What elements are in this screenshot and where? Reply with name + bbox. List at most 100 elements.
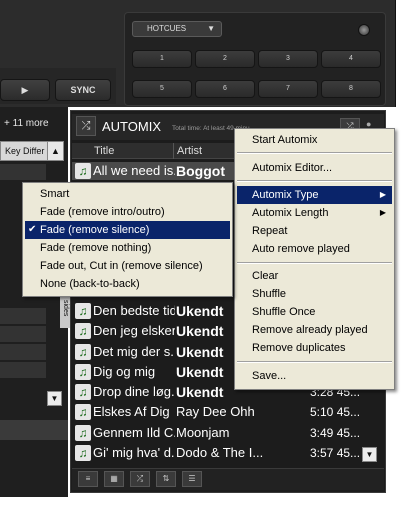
submenu-item-fade-remove-nothing[interactable]: Fade (remove nothing): [25, 239, 230, 257]
menu-item-label: None (back-to-back): [40, 278, 140, 290]
track-title: Det mig der s...: [93, 344, 175, 359]
menu-item-label: Save...: [252, 370, 287, 382]
shuffle-icon[interactable]: ⤮: [76, 116, 96, 136]
menu-item-label: Automix Type: [252, 189, 319, 201]
submenu-arrow-icon: ▶: [379, 190, 386, 199]
list-item[interactable]: [0, 326, 46, 342]
shuffle-icon[interactable]: ⤮: [130, 471, 150, 487]
hotcues-dropdown[interactable]: HOTCUES ▼: [132, 21, 222, 37]
submenu-item-fade-out-cut-in[interactable]: Fade out, Cut in (remove silence): [25, 257, 230, 275]
sync-button[interactable]: SYNC: [55, 79, 111, 101]
menu-item-label: Fade (remove intro/outro): [40, 206, 165, 218]
track-title: Elskes Af Dig: [93, 404, 170, 419]
key-diff-header[interactable]: Key Differ: [0, 141, 48, 161]
menu-item-label: Remove already played: [252, 324, 368, 336]
track-title: Gennem Ild C...: [93, 425, 175, 440]
track-duration: 5:10 45...: [310, 405, 361, 419]
sort-arrow-icon[interactable]: ▲: [47, 141, 64, 161]
automix-context-menu: Start Automix Automix Editor... Automix …: [234, 128, 395, 390]
track-artist: Ray Dee Ohh: [176, 404, 255, 419]
settings-icon[interactable]: ☰: [182, 471, 202, 487]
menu-item-automix-editor[interactable]: Automix Editor...: [237, 159, 392, 177]
add-icon[interactable]: ≡: [78, 471, 98, 487]
track-artist: Dodo & The I...: [176, 445, 264, 460]
menu-item-shuffle[interactable]: Shuffle: [237, 285, 392, 303]
table-row[interactable]: ♫ Gennem Ild C... Moonjam 3:49 45...: [72, 424, 364, 442]
menu-item-automix-type[interactable]: Automix Type ▶: [237, 186, 392, 204]
music-note-icon: ♫: [75, 344, 91, 360]
menu-separator: [237, 262, 392, 264]
menu-item-clear[interactable]: Clear: [237, 267, 392, 285]
track-title: All we need is...: [93, 163, 175, 178]
menu-item-repeat[interactable]: Repeat: [237, 222, 392, 240]
menu-item-label: Repeat: [252, 225, 288, 237]
list-item[interactable]: [0, 164, 46, 180]
menu-item-label: Shuffle: [252, 288, 287, 300]
track-duration: 3:57 45...: [310, 446, 361, 460]
list-item[interactable]: [0, 308, 46, 324]
play-button[interactable]: ▶: [0, 79, 50, 101]
scroll-down-icon[interactable]: ▼: [47, 391, 62, 406]
menu-item-label: Smart: [40, 188, 70, 200]
track-title: Drop dine løg...: [93, 384, 175, 399]
column-title[interactable]: Title: [94, 145, 114, 157]
menu-item-remove-already-played[interactable]: Remove already played: [237, 321, 392, 339]
sort-icon[interactable]: ⇅: [156, 471, 176, 487]
track-title: Gi' mig hva' d...: [93, 445, 175, 460]
hotcue-pad-7[interactable]: 7: [258, 80, 318, 98]
track-title: Den jeg elsker: [93, 323, 175, 338]
hotcue-pad-6[interactable]: 6: [195, 80, 255, 98]
hotcue-knob[interactable]: [358, 24, 370, 36]
menu-item-label: Automix Length: [252, 207, 329, 219]
menu-item-start-automix[interactable]: Start Automix: [237, 131, 392, 149]
menu-item-label: Shuffle Once: [252, 306, 316, 318]
track-title: Dig og mig: [93, 364, 156, 379]
scroll-down-icon[interactable]: ▼: [362, 447, 377, 462]
music-note-icon: ♫: [75, 163, 91, 179]
menu-separator: [237, 180, 392, 182]
menu-item-label: Fade (remove silence): [40, 224, 150, 236]
menu-item-label: Remove duplicates: [252, 342, 346, 354]
hotcue-pad-4[interactable]: 4: [321, 50, 381, 68]
hotcues-label: HOTCUES: [147, 24, 187, 33]
menu-separator: [237, 152, 392, 154]
column-artist[interactable]: Artist: [177, 145, 202, 157]
table-row[interactable]: ♫ Elskes Af Dig Ray Dee Ohh 5:10 45...: [72, 403, 364, 421]
music-note-icon: ♫: [75, 445, 91, 461]
grid-icon[interactable]: ▦: [104, 471, 124, 487]
hotcue-pad-5[interactable]: 5: [132, 80, 192, 98]
automix-title: AUTOMIX: [102, 119, 161, 134]
menu-item-remove-duplicates[interactable]: Remove duplicates: [237, 339, 392, 357]
music-note-icon: ♫: [75, 425, 91, 441]
menu-item-shuffle-once[interactable]: Shuffle Once: [237, 303, 392, 321]
list-item[interactable]: [0, 362, 46, 378]
menu-item-automix-length[interactable]: Automix Length ▶: [237, 204, 392, 222]
track-duration: 3:49 45...: [310, 426, 361, 440]
chevron-down-icon: ▼: [207, 24, 215, 33]
menu-item-label: Fade (remove nothing): [40, 242, 152, 254]
column-divider[interactable]: [173, 143, 174, 159]
hotcue-pad-8[interactable]: 8: [321, 80, 381, 98]
list-item[interactable]: [0, 344, 46, 360]
more-folders-link[interactable]: + 11 more: [4, 118, 49, 129]
music-note-icon: ♫: [75, 303, 91, 319]
track-artist: Moonjam: [176, 425, 230, 440]
hotcue-pad-3[interactable]: 3: [258, 50, 318, 68]
submenu-item-none-back-to-back[interactable]: None (back-to-back): [25, 275, 230, 293]
music-note-icon: ♫: [75, 323, 91, 339]
music-note-icon: ♫: [75, 384, 91, 400]
menu-separator: [237, 361, 392, 363]
submenu-arrow-icon: ▶: [379, 208, 386, 217]
menu-item-save[interactable]: Save...: [237, 367, 392, 385]
track-title: Den bedste tid: [93, 303, 175, 318]
check-icon: ✔: [28, 224, 37, 235]
hotcue-pad-2[interactable]: 2: [195, 50, 255, 68]
menu-item-auto-remove-played[interactable]: Auto remove played: [237, 240, 392, 258]
table-row[interactable]: ♫ Gi' mig hva' d... Dodo & The I... 3:57…: [72, 444, 364, 462]
menu-item-label: Fade out, Cut in (remove silence): [40, 260, 203, 272]
menu-item-label: Auto remove played: [252, 243, 350, 255]
hotcue-pad-1[interactable]: 1: [132, 50, 192, 68]
submenu-item-fade-remove-silence[interactable]: ✔ Fade (remove silence): [25, 221, 230, 239]
submenu-item-smart[interactable]: Smart: [25, 185, 230, 203]
submenu-item-fade-remove-intro-outro[interactable]: Fade (remove intro/outro): [25, 203, 230, 221]
